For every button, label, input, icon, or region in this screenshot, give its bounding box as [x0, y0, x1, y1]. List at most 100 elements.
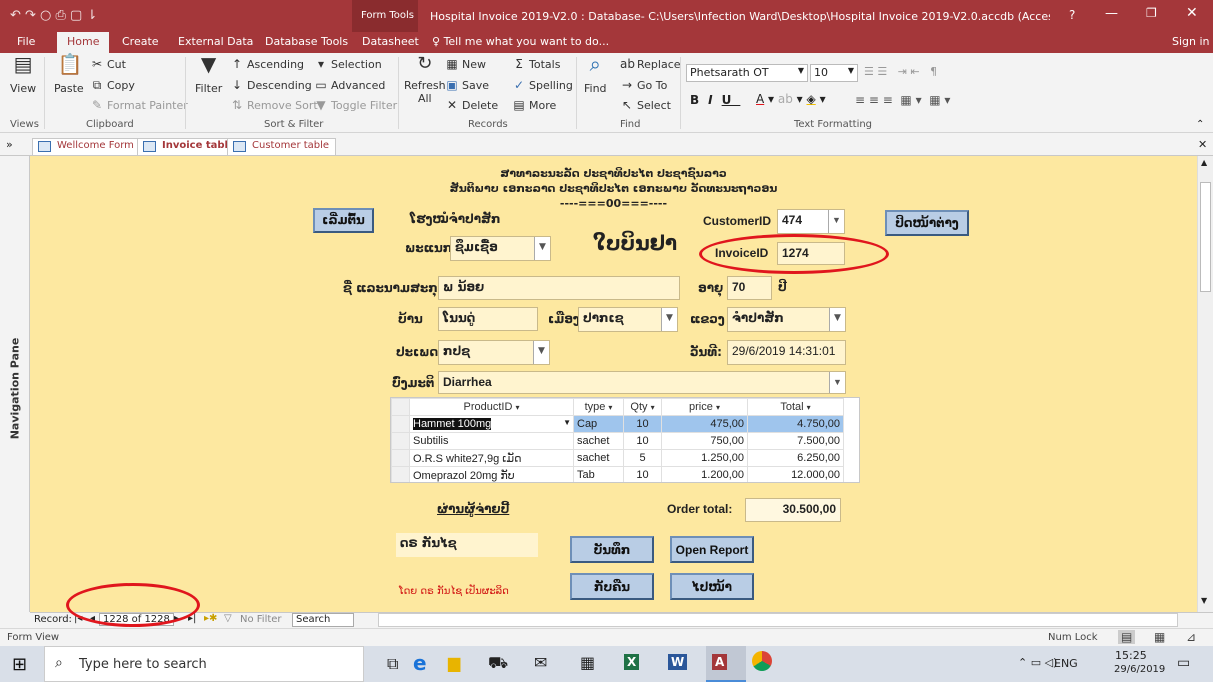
new-record-icon[interactable]: ▸✱	[204, 613, 217, 624]
vertical-scrollbar[interactable]: ▲ ▼	[1197, 156, 1213, 612]
sign-in-link[interactable]: Sign in	[1172, 35, 1210, 48]
goto-button[interactable]: → Go To	[620, 78, 667, 92]
font-color-icon[interactable]: A ▾ ab ▾ ◈ ▾	[756, 92, 826, 106]
product-cell[interactable]: Omeprazol 20mg ກັບ	[409, 466, 574, 482]
task-view-icon[interactable]: ⧉	[387, 654, 398, 674]
edge-icon[interactable]: e	[413, 651, 427, 675]
row-selector[interactable]	[391, 415, 410, 433]
notification-icon[interactable]: ▭	[1177, 655, 1190, 671]
refresh-all-button[interactable]: ↻ Refresh All	[404, 55, 446, 106]
row-selector[interactable]	[391, 466, 410, 482]
open-report-button[interactable]: Open Report	[670, 536, 754, 563]
total-cell[interactable]: 12.000,00	[747, 466, 844, 482]
sort-ascending-button[interactable]: ↑ Ascending	[230, 57, 304, 71]
replace-button[interactable]: ab Replace	[620, 57, 681, 71]
store-icon[interactable]: ⛟	[488, 653, 508, 674]
table-row[interactable]: Hammet 100mg ▼ Cap 10 475,00 4.750,00	[391, 415, 844, 433]
type-cell[interactable]: sachet	[573, 449, 624, 467]
selection-button[interactable]: ▾ Selection	[314, 57, 382, 71]
price-cell[interactable]: 750,00	[661, 432, 748, 450]
totals-button[interactable]: Σ Totals	[512, 57, 560, 71]
qty-cell[interactable]: 5	[623, 449, 662, 467]
horizontal-scrollbar[interactable]	[378, 613, 1178, 627]
column-header[interactable]: Total ▾	[747, 398, 844, 416]
total-cell[interactable]: 7.500,00	[747, 432, 844, 450]
type-cell[interactable]: Cap	[573, 415, 624, 433]
word-icon[interactable]: W	[668, 654, 688, 670]
row-selector[interactable]	[391, 432, 410, 450]
navigation-pane[interactable]: Navigation Pane	[0, 156, 47, 612]
cashier-field[interactable]: ດຣ ກັນໄຊ	[396, 533, 538, 557]
total-cell[interactable]: 4.750,00	[747, 415, 844, 433]
paste-button[interactable]: 📋 Paste	[54, 54, 84, 95]
home-button[interactable]: ເລີ່ມຕົ້ນ	[313, 208, 374, 233]
tab-customer-table[interactable]: Customer table	[227, 138, 337, 155]
windows-start-icon[interactable]: ⊞	[12, 654, 27, 675]
clock-date[interactable]: 29/6/2019	[1114, 664, 1165, 675]
save-button[interactable]: ບັນທຶກ	[570, 536, 654, 563]
clock-time[interactable]: 15:25	[1115, 649, 1147, 662]
column-header[interactable]: type ▾	[573, 398, 624, 416]
language-indicator[interactable]: ENG	[1054, 657, 1078, 670]
sort-descending-button[interactable]: ↓ Descending	[230, 78, 312, 92]
district-select[interactable]: ປາກເຊ ▼	[578, 307, 678, 332]
patient-type-select[interactable]: ກປຊ ▼	[438, 340, 550, 365]
tab-create[interactable]: Create	[122, 35, 159, 48]
text-format-buttons[interactable]: BIU	[690, 93, 740, 107]
help-icon[interactable]: ?	[1069, 8, 1075, 22]
table-row[interactable]: Omeprazol 20mg ກັບ Tab 10 1.200,00 12.00…	[391, 466, 844, 482]
copy-button[interactable]: ⧉ Copy	[90, 78, 135, 92]
file-explorer-icon[interactable]: ▆	[448, 653, 460, 672]
restore-icon[interactable]: ❐	[1146, 6, 1157, 20]
select-button[interactable]: ↖ Select	[620, 98, 671, 112]
toggle-filter-button[interactable]: ▼ Toggle Filter	[314, 98, 397, 112]
type-cell[interactable]: Tab	[573, 466, 624, 482]
view-button[interactable]: ▤ View	[10, 54, 36, 95]
align-icons[interactable]: ≡ ≡ ≡ ▦ ▾ ▦ ▾	[855, 93, 950, 107]
next-button[interactable]: ໄປໜ້າ	[670, 573, 754, 600]
design-view-icon[interactable]: ⊿	[1186, 630, 1196, 644]
row-selector[interactable]	[391, 449, 410, 467]
customer-id-select[interactable]: 474 ▼	[777, 209, 845, 234]
tab-datasheet[interactable]: Datasheet	[362, 35, 419, 48]
nav-expand-icon[interactable]: »	[6, 138, 13, 151]
product-cell[interactable]: O.R.S white27,9g ເມັດ	[409, 449, 574, 467]
diagnosis-select[interactable]: Diarrhea ▼	[438, 371, 846, 394]
name-field[interactable]: ພ ນ້ອຍ	[438, 276, 680, 300]
list-format-icons[interactable]: ☰ ☰ ⇥ ⇤ ¶	[864, 65, 937, 78]
no-filter-icon[interactable]: ▽	[224, 613, 232, 624]
spelling-button[interactable]: ✓ Spelling	[512, 78, 573, 92]
column-header[interactable]: Qty ▾	[623, 398, 662, 416]
scroll-thumb[interactable]	[1200, 182, 1211, 292]
form-view-icon[interactable]: ▤	[1118, 630, 1136, 644]
tab-external-data[interactable]: External Data	[178, 35, 253, 48]
tell-me-box[interactable]: ♀ Tell me what you want to do...	[432, 35, 609, 48]
table-row[interactable]: O.R.S white27,9g ເມັດ sachet 5 1.250,00 …	[391, 449, 844, 467]
product-subform[interactable]: ProductID ▾ type ▾ Qty ▾ price ▾ Total ▾…	[390, 397, 860, 483]
new-record-button[interactable]: ▦ New	[445, 57, 486, 71]
save-record-button[interactable]: ▣ Save	[445, 78, 489, 92]
scroll-up-icon[interactable]: ▲	[1201, 158, 1207, 167]
qty-cell[interactable]: 10	[623, 432, 662, 450]
remove-sort-button[interactable]: ⇅ Remove Sort	[230, 98, 318, 112]
chrome-icon[interactable]	[752, 651, 772, 671]
layout-view-icon[interactable]: ▦	[1154, 630, 1165, 644]
date-field[interactable]: 29/6/2019 14:31:01	[727, 340, 846, 365]
product-cell[interactable]: Hammet 100mg ▼	[409, 415, 574, 433]
font-size-select[interactable]: 10 ▼	[810, 64, 858, 82]
tab-database-tools[interactable]: Database Tools	[265, 35, 348, 48]
order-total-field[interactable]: 30.500,00	[745, 498, 841, 522]
quick-access-toolbar[interactable]: ↶ ↷ ○ ⎙ ▢ ⇂	[10, 8, 97, 23]
undo-button[interactable]: ກັບຄືນ	[570, 573, 654, 600]
more-button[interactable]: ▤ More	[512, 98, 556, 112]
village-field[interactable]: ໂນນດູ່	[438, 307, 538, 331]
price-cell[interactable]: 475,00	[661, 415, 748, 433]
format-painter-button[interactable]: ✎ Format Painter	[90, 98, 188, 112]
taskbar-search[interactable]: ⌕ Type here to search	[44, 646, 364, 682]
filter-button[interactable]: ▼ Filter	[195, 54, 222, 95]
system-tray-icons[interactable]: ⌃ ▭ ◁)	[1018, 656, 1057, 669]
total-cell[interactable]: 6.250,00	[747, 449, 844, 467]
find-button[interactable]: ⌕ Find	[584, 54, 607, 95]
close-tab-icon[interactable]: ✕	[1198, 138, 1207, 151]
ward-select[interactable]: ຊຶມເຊື້ອ ▼	[450, 236, 551, 261]
